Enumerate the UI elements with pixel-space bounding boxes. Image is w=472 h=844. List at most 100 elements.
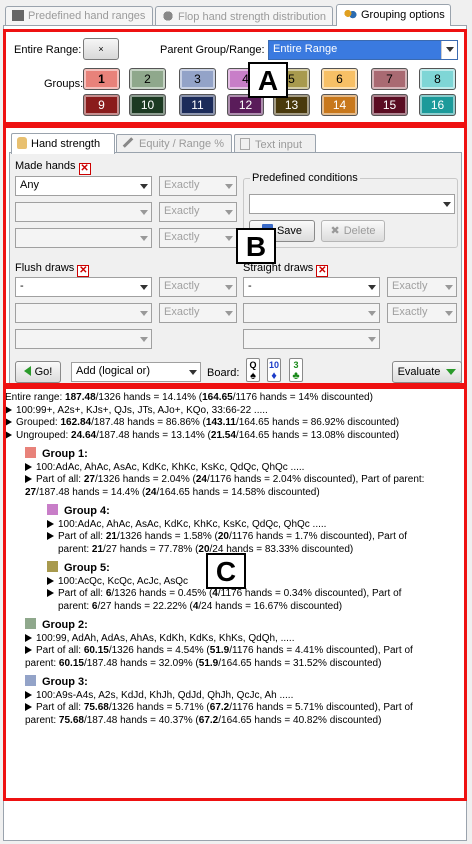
chevron-down-icon (140, 337, 148, 342)
made-hands-select-1[interactable]: Any (15, 176, 152, 196)
group-button-11[interactable]: 11 (179, 94, 216, 116)
select-value: Exactly (164, 306, 200, 318)
straight-select-2[interactable] (243, 303, 380, 323)
tab-flop-distribution[interactable]: Flop hand strength distribution (155, 6, 333, 26)
chevron-down-icon (140, 184, 148, 189)
group-part-line: Part of all: 75.68/1326 hands = 5.71% (6… (25, 702, 460, 715)
expand-arrow-icon[interactable] (25, 703, 32, 711)
card-suit-icon: ♦ (271, 370, 277, 382)
straight-exact-2[interactable]: Exactly (387, 303, 457, 323)
clear-icon[interactable]: ✕ (316, 265, 329, 277)
flush-select-1[interactable]: - (15, 277, 152, 297)
chevron-down-icon (445, 285, 453, 290)
group-part-line: Part of all: 6/1326 hands = 0.45% (4/117… (47, 588, 460, 601)
select-value: Exactly (164, 205, 200, 217)
delete-button[interactable]: ✖ Delete (321, 220, 385, 242)
flush-exact-2[interactable]: Exactly (159, 303, 237, 323)
group-parent-line: parent: 21/27 hands = 77.78% (20/24 hand… (58, 543, 354, 555)
group-range-line: 100:A9s-A4s, A2s, KdJd, KhJh, QdJd, QhJh… (25, 690, 460, 703)
entire-range-button[interactable]: × (83, 38, 119, 60)
straight-select-1[interactable]: - (243, 277, 380, 297)
group-button-8[interactable]: 8 (419, 68, 456, 90)
tab-predefined-hand-ranges[interactable]: Predefined hand ranges (5, 6, 153, 26)
made-hands-select-2[interactable] (15, 202, 152, 222)
range-line: 100:99+, A2s+, KJs+, QJs, JTs, AJo+, KQo… (5, 405, 460, 418)
chevron-down-icon (446, 369, 457, 375)
expand-arrow-icon[interactable] (25, 646, 32, 654)
dropdown-button[interactable] (441, 41, 457, 59)
expand-arrow-icon[interactable] (5, 430, 12, 439)
group-button-10[interactable]: 10 (129, 94, 166, 116)
flush-select-3[interactable] (15, 329, 152, 349)
pie-chart-icon (162, 10, 174, 22)
predefined-conditions-select[interactable] (249, 194, 455, 214)
group-button-16[interactable]: 16 (419, 94, 456, 116)
straight-select-3[interactable] (243, 329, 380, 349)
entire-range-line: Entire range: 187.48/1326 hands = 14.14%… (5, 392, 373, 403)
made-hands-select-3[interactable] (15, 228, 152, 248)
tab-grouping-options[interactable]: Grouping options (336, 4, 451, 26)
pencil-icon (122, 137, 134, 148)
expand-arrow-icon[interactable] (5, 405, 12, 414)
evaluate-button[interactable]: Evaluate (392, 361, 462, 383)
card-rank: 10 (268, 360, 279, 370)
expand-arrow-icon[interactable] (5, 418, 12, 426)
tab-hand-strength[interactable]: Hand strength (11, 133, 115, 154)
group-range-line: 100:AdAc, AhAc, AsAc, KdKc, KhKc, KsKc, … (47, 519, 460, 532)
clear-icon[interactable]: ✕ (77, 265, 90, 277)
board-card-1[interactable]: Q ♠ (246, 358, 260, 382)
expand-arrow-icon[interactable] (47, 576, 54, 585)
chevron-down-icon (445, 311, 453, 316)
flush-exact-1[interactable]: Exactly (159, 277, 237, 297)
group-part-line: Part of all: 21/1326 hands = 1.58% (20/1… (47, 531, 460, 544)
made-hands-exact-1[interactable]: Exactly (159, 176, 237, 196)
expand-arrow-icon[interactable] (25, 475, 32, 483)
chevron-down-icon (225, 285, 233, 290)
expand-arrow-icon[interactable] (47, 532, 54, 540)
expand-arrow-icon[interactable] (47, 519, 54, 528)
ungrouped-line: Ungrouped: 24.64/187.48 hands = 13.14% (… (5, 430, 460, 443)
group-title: Group 5: (47, 561, 460, 575)
tab-text-input[interactable]: Text input (234, 134, 316, 153)
annotation-label-a: A (248, 62, 288, 98)
tab-equity-range[interactable]: Equity / Range % (116, 134, 232, 153)
group-button-6[interactable]: 6 (321, 68, 358, 90)
group-button-14[interactable]: 14 (321, 94, 358, 116)
group-button-7[interactable]: 7 (371, 68, 408, 90)
group-2-block: Group 2: 100:99, AdAh, AdAs, AhAs, KdKh,… (25, 618, 460, 670)
group-button-9[interactable]: 9 (83, 94, 120, 116)
tab-label: Hand strength (31, 138, 101, 150)
chevron-down-icon (368, 337, 376, 342)
chevron-down-icon (140, 285, 148, 290)
expand-arrow-icon[interactable] (25, 633, 32, 642)
select-value: Exactly (164, 280, 200, 292)
made-hands-exact-2[interactable]: Exactly (159, 202, 237, 222)
expand-arrow-icon[interactable] (25, 462, 32, 471)
board-card-2[interactable]: 10 ♦ (267, 358, 281, 382)
group-button-15[interactable]: 15 (371, 94, 408, 116)
parent-group-select[interactable]: Entire Range (268, 40, 458, 60)
straight-exact-1[interactable]: Exactly (387, 277, 457, 297)
made-hands-exact-3[interactable]: Exactly (159, 228, 237, 248)
button-label: Save (276, 225, 303, 237)
group-button-1[interactable]: 1 (83, 68, 120, 90)
select-value: - (248, 280, 252, 292)
expand-arrow-icon[interactable] (25, 690, 32, 699)
chevron-down-icon (189, 370, 197, 375)
clear-icon[interactable]: ✕ (78, 163, 91, 175)
group-button-3[interactable]: 3 (179, 68, 216, 90)
flush-select-2[interactable] (15, 303, 152, 323)
go-button[interactable]: Go! (15, 361, 61, 383)
chevron-down-icon (446, 47, 454, 52)
board-card-3[interactable]: 3 ♣ (289, 358, 303, 382)
group-color-swatch (25, 618, 36, 629)
card-rank: Q (249, 360, 257, 370)
group-button-2[interactable]: 2 (129, 68, 166, 90)
group-color-swatch (47, 504, 58, 515)
people-icon (343, 8, 357, 20)
add-mode-select[interactable]: Add (logical or) (71, 362, 201, 382)
expand-arrow-icon[interactable] (47, 589, 54, 597)
group-range-line: 100:99, AdAh, AdAs, AhAs, KdKh, KdKs, Kh… (25, 633, 460, 646)
button-label: Go! (34, 366, 53, 378)
select-value: Exactly (164, 231, 200, 243)
